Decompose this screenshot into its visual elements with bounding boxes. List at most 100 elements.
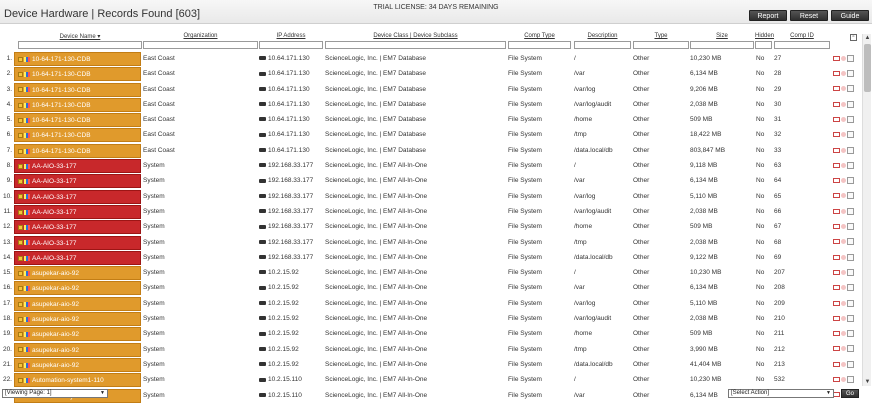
bar-chart-icon[interactable] xyxy=(24,378,30,384)
filter-description[interactable] xyxy=(574,41,631,49)
graph-icon[interactable] xyxy=(833,315,840,321)
device-name-cell[interactable]: AA-AIO-33-177 xyxy=(14,159,141,174)
row-checkbox[interactable] xyxy=(847,207,854,215)
row-checkbox[interactable] xyxy=(847,192,854,200)
row-checkbox[interactable] xyxy=(847,115,854,123)
filter-device-class[interactable] xyxy=(325,41,506,49)
graph-icon[interactable] xyxy=(833,132,840,138)
scroll-down-icon[interactable]: ▼ xyxy=(863,378,872,386)
wrench-icon[interactable] xyxy=(18,240,23,246)
delete-icon[interactable] xyxy=(841,208,846,214)
col-device-name[interactable]: Device Name ▾ xyxy=(18,33,142,40)
graph-icon[interactable] xyxy=(833,71,840,77)
delete-icon[interactable] xyxy=(841,132,846,138)
wrench-icon[interactable] xyxy=(18,270,23,276)
col-comp-id[interactable]: Comp ID xyxy=(774,33,830,39)
delete-icon[interactable] xyxy=(841,55,846,61)
row-checkbox[interactable] xyxy=(847,345,854,353)
bar-chart-icon[interactable] xyxy=(24,240,30,246)
row-checkbox[interactable] xyxy=(847,238,854,246)
device-name-link[interactable]: 10-64-171-130-CDB xyxy=(32,117,91,124)
wrench-icon[interactable] xyxy=(18,148,23,154)
action-select[interactable]: [Select Action] ▼ xyxy=(728,389,834,398)
device-name-link[interactable]: asupekar-aio-92 xyxy=(32,347,79,354)
graph-icon[interactable] xyxy=(833,101,840,107)
delete-icon[interactable] xyxy=(841,224,846,230)
delete-icon[interactable] xyxy=(841,101,846,107)
graph-icon[interactable] xyxy=(833,300,840,306)
delete-icon[interactable] xyxy=(841,269,846,275)
device-name-cell[interactable]: 10-64-171-130-CDB xyxy=(14,143,141,158)
device-name-link[interactable]: 10-64-171-130-CDB xyxy=(32,132,91,139)
delete-icon[interactable] xyxy=(841,239,846,245)
device-name-cell[interactable]: AA-AIO-33-177 xyxy=(14,235,141,250)
row-checkbox[interactable] xyxy=(847,284,854,292)
row-checkbox[interactable] xyxy=(847,314,854,322)
device-name-link[interactable]: AA-AIO-33-177 xyxy=(32,224,76,231)
device-name-cell[interactable]: AA-AIO-33-177 xyxy=(14,204,141,219)
wrench-icon[interactable] xyxy=(18,56,23,62)
go-button[interactable]: Go xyxy=(841,389,859,398)
row-checkbox[interactable] xyxy=(847,376,854,384)
device-name-link[interactable]: AA-AIO-33-177 xyxy=(32,163,76,170)
vertical-scrollbar[interactable]: ▲ ▼ xyxy=(862,34,871,386)
graph-icon[interactable] xyxy=(833,224,840,230)
device-name-cell[interactable]: 10-64-171-130-CDB xyxy=(14,67,141,82)
row-checkbox[interactable] xyxy=(847,131,854,139)
device-name-link[interactable]: asupekar-aio-92 xyxy=(32,362,79,369)
device-name-link[interactable]: asupekar-aio-92 xyxy=(32,285,79,292)
device-name-cell[interactable]: asupekar-aio-92 xyxy=(14,296,141,311)
bar-chart-icon[interactable] xyxy=(24,87,30,93)
bar-chart-icon[interactable] xyxy=(24,255,30,261)
row-checkbox[interactable] xyxy=(847,299,854,307)
wrench-icon[interactable] xyxy=(18,347,23,353)
device-name-link[interactable]: Automation-system1-110 xyxy=(32,377,104,384)
filter-comp-type[interactable] xyxy=(508,41,571,49)
device-name-link[interactable]: asupekar-aio-92 xyxy=(32,331,79,338)
bar-chart-icon[interactable] xyxy=(24,362,30,368)
wrench-icon[interactable] xyxy=(18,332,23,338)
wrench-icon[interactable] xyxy=(18,209,23,215)
device-name-link[interactable]: asupekar-aio-92 xyxy=(32,316,79,323)
device-name-link[interactable]: asupekar-aio-92 xyxy=(32,270,79,277)
row-checkbox[interactable] xyxy=(847,70,854,78)
device-name-cell[interactable]: AA-AIO-33-177 xyxy=(14,250,141,265)
bar-chart-icon[interactable] xyxy=(24,194,30,200)
guide-button[interactable]: Guide xyxy=(831,10,869,21)
wrench-icon[interactable] xyxy=(18,362,23,368)
bar-chart-icon[interactable] xyxy=(24,179,30,185)
row-checkbox[interactable] xyxy=(847,177,854,185)
wrench-icon[interactable] xyxy=(18,117,23,123)
scroll-up-icon[interactable]: ▲ xyxy=(863,34,872,42)
reset-button[interactable]: Reset xyxy=(790,10,828,21)
bar-chart-icon[interactable] xyxy=(24,102,30,108)
bar-chart-icon[interactable] xyxy=(24,347,30,353)
device-name-cell[interactable]: 10-64-171-130-CDB xyxy=(14,128,141,143)
device-name-link[interactable]: 10-64-171-130-CDB xyxy=(32,102,91,109)
device-name-cell[interactable]: asupekar-aio-92 xyxy=(14,342,141,357)
device-name-cell[interactable]: AA-AIO-33-177 xyxy=(14,174,141,189)
delete-icon[interactable] xyxy=(841,377,846,383)
graph-icon[interactable] xyxy=(833,178,840,184)
filter-type[interactable] xyxy=(633,41,689,49)
row-checkbox[interactable] xyxy=(847,161,854,169)
row-checkbox[interactable] xyxy=(847,54,854,62)
device-name-cell[interactable]: asupekar-aio-92 xyxy=(14,312,141,327)
device-name-link[interactable]: 10-64-171-130-CDB xyxy=(32,87,91,94)
wrench-icon[interactable] xyxy=(18,72,23,78)
wrench-icon[interactable] xyxy=(18,87,23,93)
filter-ip-address[interactable] xyxy=(259,41,323,49)
graph-icon[interactable] xyxy=(833,239,840,245)
device-name-link[interactable]: AA-AIO-33-177 xyxy=(32,194,76,201)
device-name-link[interactable]: AA-AIO-33-177 xyxy=(32,255,76,262)
device-name-link[interactable]: 10-64-171-130-CDB xyxy=(32,71,91,78)
graph-icon[interactable] xyxy=(833,147,840,153)
row-checkbox[interactable] xyxy=(847,268,854,276)
wrench-icon[interactable] xyxy=(18,225,23,231)
graph-icon[interactable] xyxy=(833,55,840,61)
filter-device-name[interactable] xyxy=(18,41,142,49)
wrench-icon[interactable] xyxy=(18,102,23,108)
delete-icon[interactable] xyxy=(841,86,846,92)
device-name-cell[interactable]: AA-AIO-33-177 xyxy=(14,189,141,204)
column-options-icon[interactable]: ▫ xyxy=(850,34,857,41)
